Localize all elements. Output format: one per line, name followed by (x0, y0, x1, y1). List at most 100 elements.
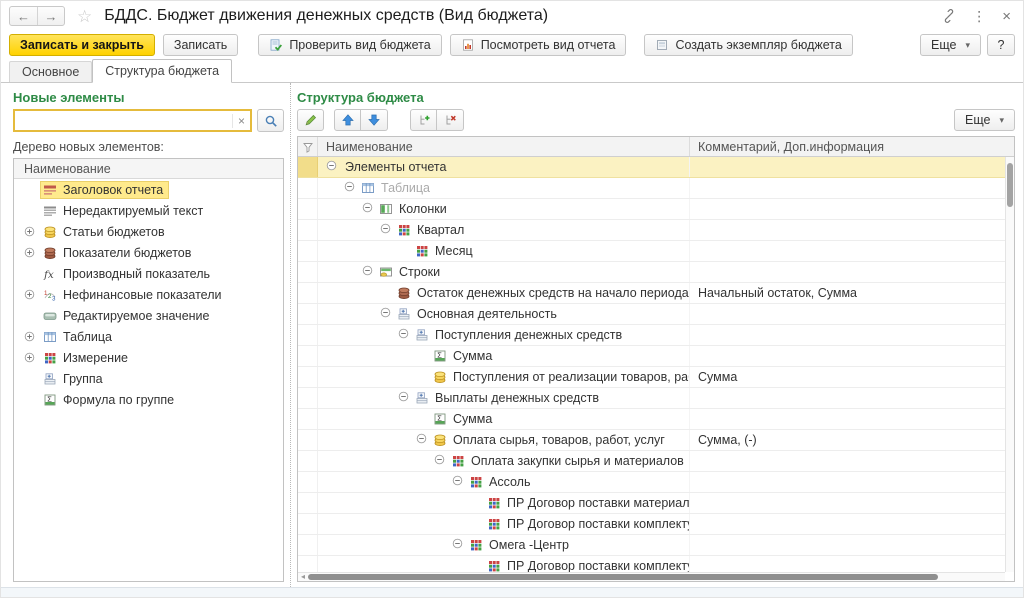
comment-cell[interactable] (690, 346, 1005, 366)
tree-item-content[interactable]: Показатели бюджетов (41, 245, 196, 261)
table-row[interactable]: ПР Договор поставки комплектующих (298, 514, 1005, 535)
name-cell[interactable]: Омега -Центр (318, 535, 690, 555)
name-column-header[interactable]: Наименование (318, 137, 690, 156)
name-cell[interactable]: Квартал (318, 220, 690, 240)
name-cell[interactable]: ПР Договор поставки комплектующих (318, 556, 690, 572)
table-row[interactable]: Основная деятельность (298, 304, 1005, 325)
comment-cell[interactable] (690, 409, 1005, 429)
clear-search-icon[interactable]: × (232, 114, 250, 128)
comment-cell[interactable] (690, 220, 1005, 240)
help-button[interactable]: ? (987, 34, 1015, 56)
name-cell[interactable]: Основная деятельность (318, 304, 690, 324)
comment-cell[interactable] (690, 472, 1005, 492)
table-row[interactable]: Строки (298, 262, 1005, 283)
comment-cell[interactable] (690, 493, 1005, 513)
name-cell[interactable]: ΣСумма (318, 346, 690, 366)
tree-item-content[interactable]: Редактируемое значение (41, 308, 214, 324)
vertical-scrollbar-thumb[interactable] (1007, 163, 1013, 207)
tree-item[interactable]: Редактируемое значение (14, 305, 283, 326)
tree-item[interactable]: Таблица (14, 326, 283, 347)
search-button[interactable] (257, 109, 284, 132)
tree-item[interactable]: Измерение (14, 347, 283, 368)
search-input[interactable] (15, 111, 232, 130)
tree-item-content[interactable]: ΣФормула по группе (41, 392, 179, 408)
collapse-minus-icon[interactable] (380, 307, 393, 321)
name-cell[interactable]: Таблица (318, 178, 690, 198)
name-cell[interactable]: Поступления от реализации товаров, работ… (318, 367, 690, 387)
table-row[interactable]: Поступления денежных средств (298, 325, 1005, 346)
table-row[interactable]: Омега -Центр (298, 535, 1005, 556)
name-cell[interactable]: Колонки (318, 199, 690, 219)
horizontal-scrollbar[interactable]: ◂ (298, 572, 1005, 581)
name-cell[interactable]: ПР Договор поставки комплектующих (318, 514, 690, 534)
delete-node-button[interactable] (437, 109, 464, 131)
comment-cell[interactable] (690, 535, 1005, 555)
expand-plus-icon[interactable] (24, 289, 41, 300)
collapse-minus-icon[interactable] (344, 181, 357, 195)
name-cell[interactable]: Поступления денежных средств (318, 325, 690, 345)
collapse-minus-icon[interactable] (452, 475, 465, 489)
link-icon[interactable] (942, 9, 956, 23)
table-row[interactable]: Колонки (298, 199, 1005, 220)
name-cell[interactable]: ПР Договор поставки материалов (318, 493, 690, 513)
kebab-menu-icon[interactable]: ⋮ (972, 8, 986, 25)
table-row[interactable]: ПР Договор поставки комплектующих (298, 556, 1005, 572)
collapse-minus-icon[interactable] (362, 202, 375, 216)
tree-item[interactable]: Показатели бюджетов (14, 242, 283, 263)
edit-button[interactable] (297, 109, 324, 131)
collapse-minus-icon[interactable] (326, 160, 339, 174)
new-elements-column-header[interactable]: Наименование (14, 159, 283, 179)
name-cell[interactable]: Выплаты денежных средств (318, 388, 690, 408)
move-up-button[interactable] (334, 109, 361, 131)
table-row[interactable]: Месяц (298, 241, 1005, 262)
more-button[interactable]: Еще▾ (920, 34, 981, 56)
collapse-minus-icon[interactable] (398, 391, 411, 405)
tree-item-content[interactable]: 123Нефинансовые показатели (41, 287, 226, 303)
tree-item[interactable]: fxПроизводный показатель (14, 263, 283, 284)
table-row[interactable]: ПР Договор поставки материалов (298, 493, 1005, 514)
horizontal-scrollbar-thumb[interactable] (308, 574, 938, 580)
tree-item-content[interactable]: Измерение (41, 350, 133, 366)
tree-item-content[interactable]: Заголовок отчета (41, 182, 168, 198)
back-button[interactable]: ← (10, 7, 37, 25)
comment-cell[interactable]: Сумма (690, 367, 1005, 387)
table-row[interactable]: ΣСумма (298, 409, 1005, 430)
table-row[interactable]: Выплаты денежных средств (298, 388, 1005, 409)
tree-item-content[interactable]: fxПроизводный показатель (41, 266, 215, 282)
structure-more-button[interactable]: Еще▾ (954, 109, 1015, 131)
name-cell[interactable]: Остаток денежных средств на начало перио… (318, 283, 690, 303)
comment-cell[interactable] (690, 178, 1005, 198)
tree-item[interactable]: Группа (14, 368, 283, 389)
comment-column-header[interactable]: Комментарий, Доп.информация (690, 137, 1014, 156)
comment-cell[interactable] (690, 514, 1005, 534)
add-subordinate-button[interactable] (410, 109, 437, 131)
close-icon[interactable]: × (1002, 8, 1011, 25)
tree-item[interactable]: ΣФормула по группе (14, 389, 283, 410)
name-cell[interactable]: Строки (318, 262, 690, 282)
tree-item[interactable]: Статьи бюджетов (14, 221, 283, 242)
collapse-minus-icon[interactable] (362, 265, 375, 279)
tree-item[interactable]: Заголовок отчета (14, 179, 283, 200)
name-cell[interactable]: Оплата закупки сырья и материалов (318, 451, 690, 471)
name-cell[interactable]: Ассоль (318, 472, 690, 492)
collapse-minus-icon[interactable] (398, 328, 411, 342)
move-down-button[interactable] (361, 109, 388, 131)
expand-plus-icon[interactable] (24, 247, 41, 258)
table-row[interactable]: Квартал (298, 220, 1005, 241)
save-close-button[interactable]: Записать и закрыть (9, 34, 155, 56)
tab-budget-structure[interactable]: Структура бюджета (92, 59, 232, 83)
table-row[interactable]: Оплата сырья, товаров, работ, услугСумма… (298, 430, 1005, 451)
tab-main[interactable]: Основное (9, 61, 92, 82)
comment-cell[interactable] (690, 388, 1005, 408)
tree-item[interactable]: Нередактируемый текст (14, 200, 283, 221)
expand-plus-icon[interactable] (24, 331, 41, 342)
comment-cell[interactable] (690, 157, 1005, 177)
table-row[interactable]: Таблица (298, 178, 1005, 199)
table-row[interactable]: ΣСумма (298, 346, 1005, 367)
comment-cell[interactable] (690, 241, 1005, 261)
tree-item-content[interactable]: Нередактируемый текст (41, 203, 208, 219)
table-row[interactable]: Оплата закупки сырья и материалов (298, 451, 1005, 472)
tree-item-content[interactable]: Группа (41, 371, 108, 387)
forward-button[interactable]: → (37, 7, 64, 25)
name-cell[interactable]: Элементы отчета (318, 157, 690, 177)
